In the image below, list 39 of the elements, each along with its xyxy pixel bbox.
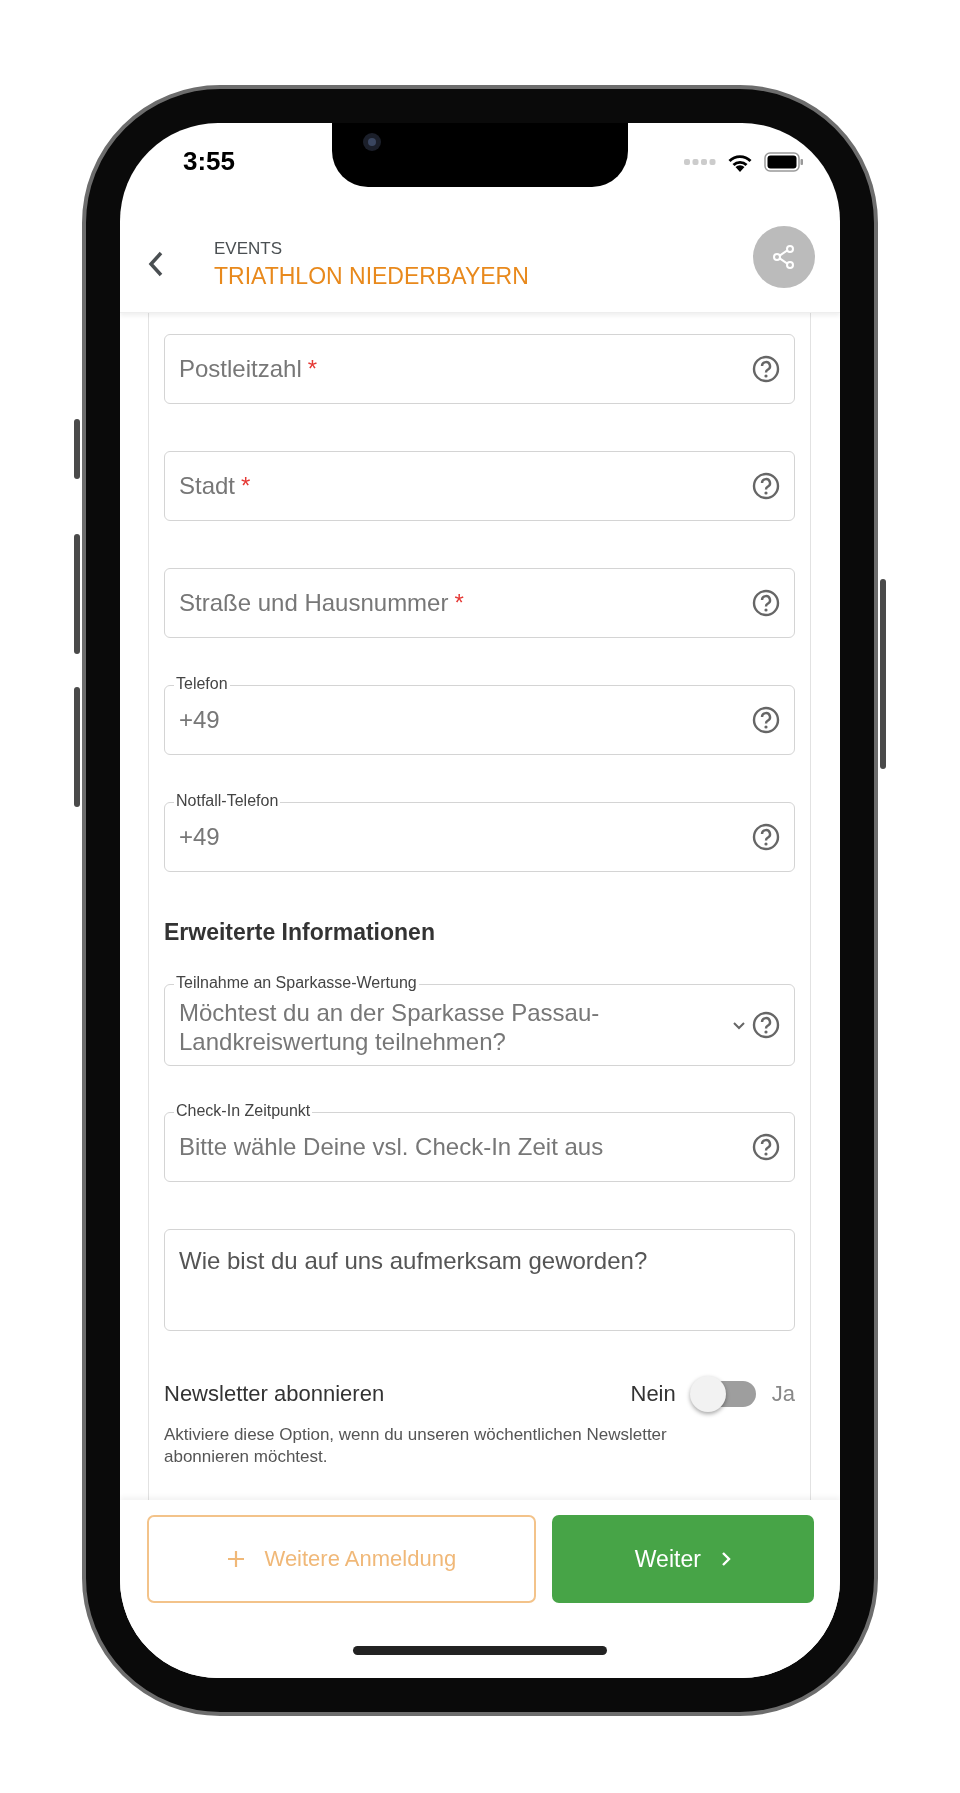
battery-icon <box>764 151 804 172</box>
breadcrumb[interactable]: EVENTS <box>214 238 753 259</box>
newsletter-toggle[interactable] <box>689 1374 758 1414</box>
field-value: +49 <box>179 822 220 850</box>
plus-icon <box>226 1550 245 1568</box>
share-icon <box>771 244 797 270</box>
toggle-off-label: Nein <box>630 1381 676 1407</box>
newsletter-description: Aktiviere diese Option, wenn du unseren wöchentlichen Newsletter abonnieren möchtest. <box>164 1424 668 1469</box>
field-placeholder: Möchtest du an der Sparkasse Passau-Landkreiswertung teilnehmen? <box>179 998 601 1057</box>
field-value: +49 <box>179 705 220 733</box>
help-icon[interactable] <box>752 355 780 383</box>
toggle-on-label: Ja <box>771 1381 795 1407</box>
back-icon <box>148 250 164 278</box>
field-label: Teilnahme an Sparkasse-Wertung <box>174 974 419 992</box>
signal-icon <box>684 157 716 166</box>
help-icon[interactable] <box>752 1133 780 1161</box>
chevron-down-icon <box>732 1020 746 1030</box>
section-heading: Erweiterte Informationen <box>164 919 436 946</box>
field-placeholder: Wie bist du auf uns aufmerksam geworden? <box>179 1247 648 1274</box>
status-time: 3:55 <box>183 146 236 177</box>
help-icon[interactable] <box>752 823 780 851</box>
camera-icon <box>362 132 382 152</box>
input-field[interactable]: Straße und Hausnummer * <box>164 568 795 638</box>
field-placeholder: Postleitzahl * <box>179 354 318 382</box>
input-field[interactable]: Stadt * <box>164 451 795 521</box>
help-icon[interactable] <box>752 1011 780 1039</box>
page-title: TRIATHLON NIEDERBAYERN <box>214 262 530 290</box>
field-label: Check-In Zeitpunkt <box>174 1102 313 1120</box>
newsletter-label: Newsletter abonnieren <box>164 1381 385 1407</box>
field-placeholder: Bitte wähle Deine vsl. Check-In Zeit aus <box>179 1132 604 1160</box>
help-icon[interactable] <box>752 589 780 617</box>
field-placeholder: Straße und Hausnummer * <box>179 588 464 616</box>
next-button[interactable]: Weiter <box>551 1515 814 1603</box>
chevron-right-icon <box>720 1551 731 1567</box>
help-icon[interactable] <box>752 472 780 500</box>
field-placeholder: Stadt * <box>179 471 251 499</box>
input-field[interactable]: Postleitzahl * <box>164 334 795 404</box>
help-icon[interactable] <box>752 706 780 734</box>
input-field[interactable]: Wie bist du auf uns aufmerksam geworden? <box>164 1229 795 1331</box>
